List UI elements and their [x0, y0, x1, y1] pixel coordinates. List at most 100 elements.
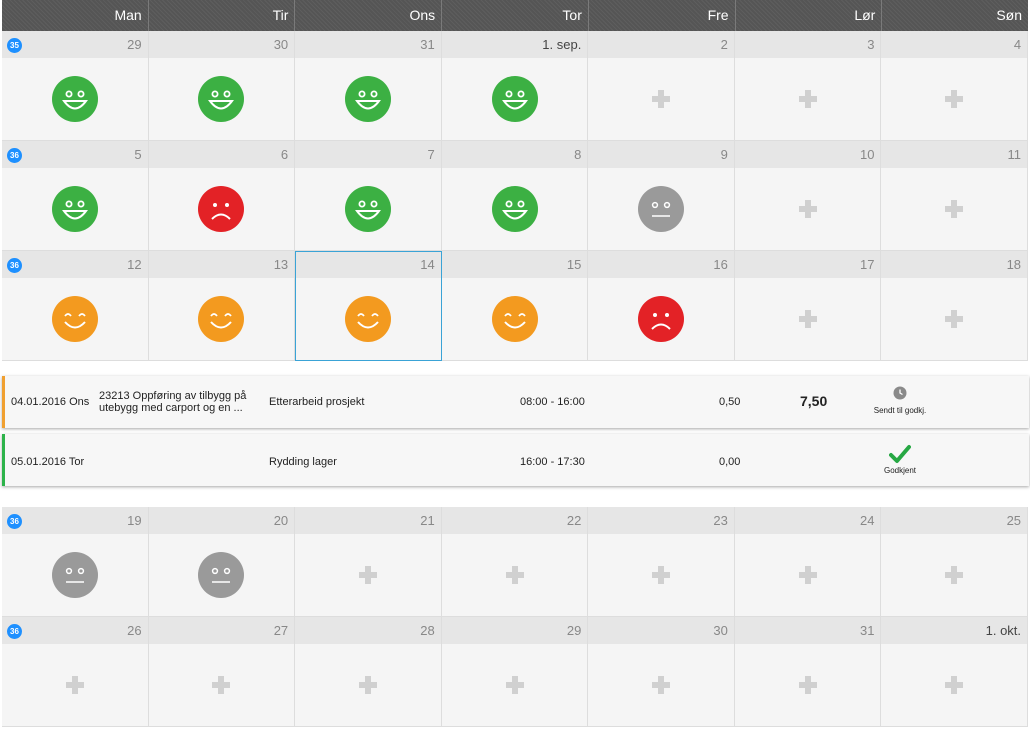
- calendar-day-cell[interactable]: 8: [441, 141, 589, 251]
- calendar-day-cell[interactable]: 10: [734, 141, 882, 251]
- add-entry-plus-icon[interactable]: [358, 566, 377, 584]
- calendar-day-cell[interactable]: 5 36: [2, 141, 149, 251]
- entry-project: 23213 Oppføring av tilbygg på utebygg me…: [99, 390, 247, 414]
- calendar-day-cell[interactable]: 14: [295, 251, 442, 361]
- happy-green-face-icon[interactable]: [344, 186, 391, 232]
- add-entry-plus-icon[interactable]: [65, 676, 84, 694]
- add-entry-plus-icon[interactable]: [652, 90, 671, 108]
- calendar-day-cell[interactable]: 16: [588, 251, 735, 361]
- time-entry-row[interactable]: 05.01.2016 Tor Rydding lager 16:00 - 17:…: [2, 434, 1029, 486]
- smile-orange-face-icon[interactable]: [198, 296, 245, 342]
- add-entry-plus-icon[interactable]: [798, 310, 817, 328]
- calendar-day-cell[interactable]: 25: [881, 507, 1029, 617]
- time-entry-row[interactable]: 04.01.2016 Ons 23213 Oppføring av tilbyg…: [2, 376, 1029, 428]
- day-number: 17: [734, 251, 881, 278]
- neutral-gray-face-icon[interactable]: [51, 552, 98, 598]
- add-entry-plus-icon[interactable]: [798, 676, 817, 694]
- calendar-day-cell[interactable]: 18: [881, 251, 1029, 361]
- add-entry-plus-icon[interactable]: [798, 200, 817, 218]
- week-number-badge: 36: [7, 148, 22, 163]
- calendar-day-cell[interactable]: 1. okt.: [881, 617, 1029, 727]
- calendar-day-cell[interactable]: 29 35: [2, 31, 149, 141]
- calendar-day-cell[interactable]: 9: [588, 141, 735, 251]
- add-entry-plus-icon[interactable]: [505, 676, 524, 694]
- calendar-day-cell[interactable]: 2: [588, 31, 735, 141]
- day-number: 3: [734, 31, 881, 58]
- neutral-gray-face-icon[interactable]: [638, 186, 685, 232]
- day-number: 29: [2, 31, 148, 58]
- calendar-day-cell[interactable]: 15: [441, 251, 589, 361]
- calendar-day-cell[interactable]: 19 36: [2, 507, 149, 617]
- calendar-day-cell[interactable]: 28: [295, 617, 442, 727]
- calendar-day-cell[interactable]: 4: [881, 31, 1029, 141]
- calendar-day-cell[interactable]: 30: [588, 617, 735, 727]
- add-entry-plus-icon[interactable]: [945, 200, 964, 218]
- neutral-gray-face-icon[interactable]: [198, 552, 245, 598]
- day-number: 25: [881, 507, 1028, 534]
- weekday-tue: Tir: [149, 0, 296, 31]
- add-entry-plus-icon[interactable]: [798, 566, 817, 584]
- day-number: 29: [441, 617, 588, 644]
- add-entry-plus-icon[interactable]: [945, 310, 964, 328]
- day-number: 21: [295, 507, 441, 534]
- calendar-day-cell[interactable]: 23: [588, 507, 735, 617]
- entry-status[interactable]: Sendt til godkj.: [865, 386, 935, 415]
- calendar-day-cell[interactable]: 17: [734, 251, 882, 361]
- happy-green-face-icon[interactable]: [344, 76, 391, 122]
- calendar-day-cell[interactable]: 12 36: [2, 251, 149, 361]
- happy-green-face-icon[interactable]: [491, 76, 538, 122]
- calendar-day-cell[interactable]: 22: [441, 507, 589, 617]
- weekday-thu: Tor: [442, 0, 589, 31]
- add-entry-plus-icon[interactable]: [945, 676, 964, 694]
- calendar-day-cell[interactable]: 11: [881, 141, 1029, 251]
- entry-date: 04.01.2016 Ons: [11, 396, 90, 408]
- day-number: 2: [588, 31, 734, 58]
- day-number: 22: [441, 507, 588, 534]
- add-entry-plus-icon[interactable]: [945, 90, 964, 108]
- calendar-day-cell[interactable]: 31: [734, 617, 882, 727]
- day-number: 28: [295, 617, 441, 644]
- entry-extra-hours: 0,00: [719, 456, 741, 468]
- add-entry-plus-icon[interactable]: [652, 566, 671, 584]
- happy-green-face-icon[interactable]: [198, 76, 245, 122]
- calendar-day-cell[interactable]: 7: [295, 141, 442, 251]
- entry-extra-hours: 0,50: [719, 396, 741, 408]
- calendar-day-cell[interactable]: 27: [148, 617, 296, 727]
- happy-green-face-icon[interactable]: [491, 186, 538, 232]
- entry-status[interactable]: Godkjent: [865, 444, 935, 475]
- calendar-week-row: 5 36 6 7 8 9 10 11: [2, 141, 1029, 251]
- calendar-day-cell[interactable]: 6: [148, 141, 296, 251]
- entry-activity: Etterarbeid prosjekt: [269, 396, 365, 408]
- smile-orange-face-icon[interactable]: [344, 296, 391, 342]
- calendar-day-cell[interactable]: 21: [295, 507, 442, 617]
- calendar-day-cell[interactable]: 26 36: [2, 617, 149, 727]
- day-number: 18: [881, 251, 1028, 278]
- checkmark-icon: [889, 445, 911, 463]
- calendar-day-cell[interactable]: 24: [734, 507, 882, 617]
- add-entry-plus-icon[interactable]: [358, 676, 377, 694]
- calendar-day-cell[interactable]: 3: [734, 31, 882, 141]
- add-entry-plus-icon[interactable]: [798, 90, 817, 108]
- week-number-badge: 35: [7, 38, 22, 53]
- calendar-day-cell[interactable]: 1. sep.: [441, 31, 589, 141]
- day-number: 15: [441, 251, 588, 278]
- calendar-day-cell[interactable]: 30: [148, 31, 296, 141]
- happy-green-face-icon[interactable]: [51, 76, 98, 122]
- smile-orange-face-icon[interactable]: [491, 296, 538, 342]
- weekday-sun: Søn: [996, 7, 1023, 23]
- sad-red-face-icon[interactable]: [198, 186, 245, 232]
- sad-red-face-icon[interactable]: [638, 296, 685, 342]
- day-number: 31: [734, 617, 881, 644]
- calendar-day-cell[interactable]: 13: [148, 251, 296, 361]
- smile-orange-face-icon[interactable]: [51, 296, 98, 342]
- add-entry-plus-icon[interactable]: [212, 676, 231, 694]
- add-entry-plus-icon[interactable]: [652, 676, 671, 694]
- happy-green-face-icon[interactable]: [51, 186, 98, 232]
- day-number: 11: [881, 141, 1028, 168]
- day-number: 16: [588, 251, 734, 278]
- calendar-day-cell[interactable]: 20: [148, 507, 296, 617]
- add-entry-plus-icon[interactable]: [945, 566, 964, 584]
- calendar-day-cell[interactable]: 29: [441, 617, 589, 727]
- add-entry-plus-icon[interactable]: [505, 566, 524, 584]
- calendar-day-cell[interactable]: 31: [295, 31, 442, 141]
